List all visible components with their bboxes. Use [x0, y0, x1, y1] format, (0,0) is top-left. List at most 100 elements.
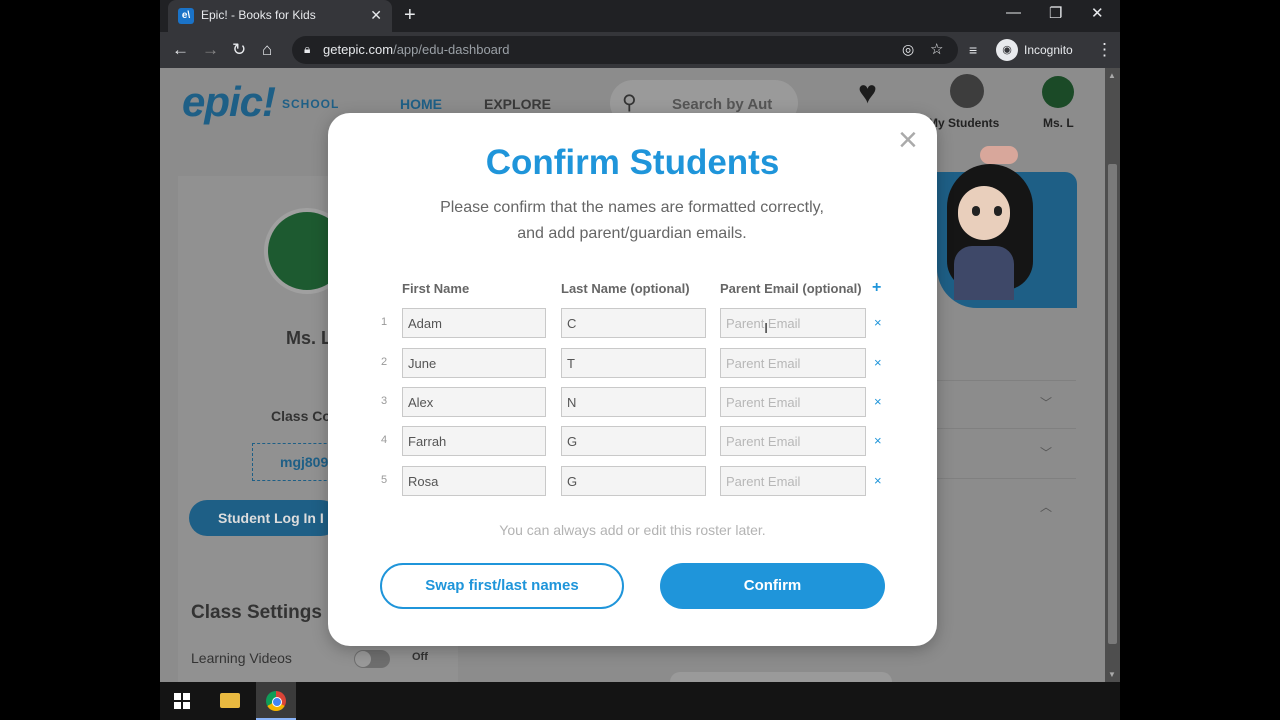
- nav-home[interactable]: HOME: [400, 96, 442, 112]
- epic-favicon-icon: e\: [178, 8, 194, 24]
- roster-note: You can always add or edit this roster l…: [499, 522, 766, 538]
- chevron-down-icon[interactable]: ﹀: [1040, 394, 1052, 411]
- window-close-icon[interactable]: ✕: [1091, 4, 1104, 22]
- address-bar[interactable]: 🔒︎ getepic.com/app/edu-dashboard ◎ ☆: [292, 36, 958, 64]
- first-name-field[interactable]: Rosa: [402, 466, 546, 496]
- new-tab-icon[interactable]: +: [404, 4, 416, 27]
- remove-row-icon[interactable]: ×: [874, 394, 882, 409]
- remove-row-icon[interactable]: ×: [874, 433, 882, 448]
- confirm-students-modal: × Confirm Students Please confirm that t…: [328, 113, 937, 646]
- parent-email-field[interactable]: Parent Email: [720, 348, 866, 378]
- toggle-state-label: Off: [412, 651, 428, 663]
- modal-subtitle-line1: Please confirm that the names are format…: [440, 199, 824, 216]
- swap-names-button[interactable]: Swap first/last names: [380, 563, 624, 609]
- scroll-down-icon[interactable]: ▼: [1108, 670, 1116, 679]
- browser-window: e\ Epic! - Books for Kids ✕ + — ❐ ✕ ← → …: [160, 0, 1120, 682]
- student-login-button[interactable]: Student Log In I: [189, 500, 339, 536]
- browser-tab[interactable]: e\ Epic! - Books for Kids ✕: [168, 0, 392, 32]
- home-icon[interactable]: ⌂: [262, 40, 272, 60]
- parent-email-field[interactable]: Parent Email: [720, 308, 866, 338]
- restore-icon[interactable]: ❐: [1049, 4, 1062, 22]
- logo-school-label: SCHOOL: [282, 97, 340, 111]
- reload-icon[interactable]: ↻: [232, 40, 246, 60]
- row-number: 2: [380, 356, 388, 368]
- windows-start-icon[interactable]: [174, 693, 190, 709]
- first-name-field[interactable]: Alex: [402, 387, 546, 417]
- character-eye: [972, 206, 980, 216]
- last-name-field[interactable]: N: [561, 387, 706, 417]
- incognito-label: Incognito: [1024, 43, 1073, 57]
- text-cursor-icon: I: [764, 320, 769, 337]
- user-avatar[interactable]: [1042, 76, 1074, 108]
- tab-title: Epic! - Books for Kids: [201, 8, 316, 22]
- parent-email-field[interactable]: Parent Email: [720, 466, 866, 496]
- tab-strip: e\ Epic! - Books for Kids ✕ + — ❐ ✕: [160, 0, 1120, 32]
- character-face: [958, 186, 1010, 240]
- browser-toolbar: ← → ↻ ⌂ 🔒︎ getepic.com/app/edu-dashboard…: [160, 32, 1120, 68]
- remove-row-icon[interactable]: ×: [874, 355, 882, 370]
- character-eye: [994, 206, 1002, 216]
- my-students-label[interactable]: My Students: [928, 116, 999, 130]
- row-number: 4: [380, 434, 388, 446]
- scroll-up-icon[interactable]: ▲: [1108, 71, 1116, 80]
- media-icon[interactable]: ≡: [969, 42, 977, 58]
- user-name[interactable]: Ms. L: [1043, 116, 1074, 130]
- scrollbar[interactable]: ▲ ▼: [1105, 68, 1120, 682]
- last-name-field[interactable]: G: [561, 426, 706, 456]
- back-arrow-icon[interactable]: ←: [172, 40, 189, 60]
- first-name-field[interactable]: Farrah: [402, 426, 546, 456]
- modal-title: Confirm Students: [485, 143, 780, 182]
- parent-email-field[interactable]: Parent Email: [720, 426, 866, 456]
- confirm-button[interactable]: Confirm: [660, 563, 885, 609]
- last-name-field[interactable]: G: [561, 466, 706, 496]
- character-body: [954, 246, 1014, 300]
- add-row-button[interactable]: +: [872, 279, 881, 297]
- modal-subtitle: Please confirm that the names are format…: [382, 195, 882, 247]
- learning-videos-label: Learning Videos: [191, 650, 292, 666]
- search-placeholder: Search by Aut: [672, 96, 773, 113]
- chrome-taskbar-button[interactable]: [256, 682, 296, 720]
- parent-email-field[interactable]: Parent Email: [720, 387, 866, 417]
- lock-icon[interactable]: 🔒︎: [304, 42, 310, 57]
- kebab-menu-icon[interactable]: ⋮: [1096, 40, 1113, 60]
- nav-explore[interactable]: EXPLORE: [484, 96, 551, 112]
- page-viewport: epic! SCHOOL HOME EXPLORE ⚲ Search by Au…: [160, 68, 1105, 682]
- chevron-up-icon[interactable]: ︿: [1040, 498, 1052, 515]
- class-settings-heading: Class Settings: [191, 602, 322, 623]
- heart-icon[interactable]: ♥: [858, 74, 877, 111]
- remove-row-icon[interactable]: ×: [874, 473, 882, 488]
- row-number: 1: [380, 316, 388, 328]
- students-icon[interactable]: [950, 74, 984, 108]
- remove-row-icon[interactable]: ×: [874, 315, 882, 330]
- learning-videos-toggle[interactable]: [354, 650, 390, 668]
- incognito-icon: ◉: [996, 39, 1018, 61]
- taskbar: [160, 682, 1120, 720]
- character-bow: [980, 146, 1018, 164]
- class-code-label: Class Co: [271, 408, 331, 424]
- chrome-icon: [266, 691, 286, 711]
- star-icon[interactable]: ☆: [930, 40, 943, 58]
- first-name-header: First Name: [402, 281, 470, 296]
- teacher-name: Ms. L: [286, 328, 333, 348]
- minimize-icon[interactable]: —: [1006, 4, 1021, 21]
- parent-email-header: Parent Email (optional): [720, 281, 862, 296]
- first-name-field[interactable]: June: [402, 348, 546, 378]
- last-name-field[interactable]: T: [561, 348, 706, 378]
- url-path: /app/edu-dashboard: [393, 42, 510, 57]
- url-host: getepic.com: [323, 42, 394, 57]
- tab-close-icon[interactable]: ✕: [370, 7, 382, 24]
- chevron-down-icon[interactable]: ﹀: [1040, 444, 1052, 461]
- scrollbar-thumb[interactable]: [1108, 164, 1117, 644]
- last-name-header: Last Name (optional): [561, 281, 690, 296]
- url-text: getepic.com/app/edu-dashboard: [323, 42, 509, 57]
- row-number: 3: [380, 395, 388, 407]
- epic-logo[interactable]: epic!: [182, 78, 276, 126]
- file-explorer-icon[interactable]: [220, 693, 240, 708]
- last-name-field[interactable]: C: [561, 308, 706, 338]
- search-icon: ⚲: [622, 92, 637, 114]
- forward-arrow-icon[interactable]: →: [202, 40, 219, 60]
- eye-off-icon[interactable]: ◎: [902, 41, 914, 58]
- screen: e\ Epic! - Books for Kids ✕ + — ❐ ✕ ← → …: [0, 0, 1280, 720]
- first-name-field[interactable]: Adam: [402, 308, 546, 338]
- bottom-button[interactable]: [670, 672, 892, 682]
